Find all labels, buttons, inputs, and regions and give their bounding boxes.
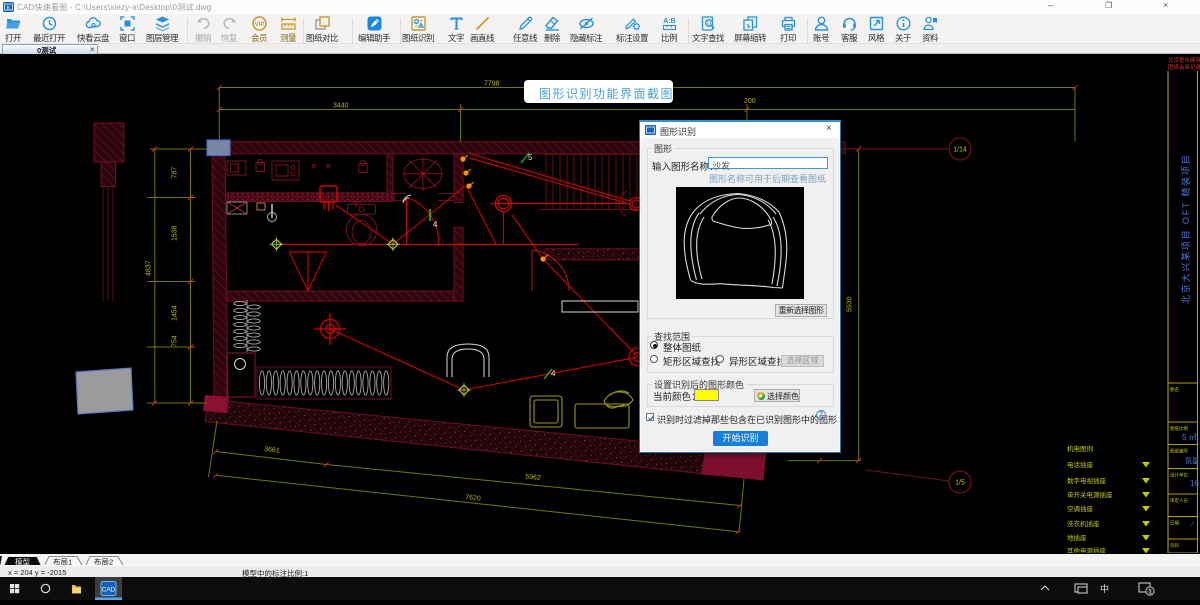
svg-text:1538: 1538 bbox=[172, 225, 179, 241]
svg-text:200: 200 bbox=[744, 98, 756, 105]
svg-text:4: 4 bbox=[551, 369, 556, 378]
svg-text:754: 754 bbox=[172, 335, 179, 347]
svg-text:页码: 页码 bbox=[1170, 542, 1179, 549]
svg-text:5 ㎡: 5 ㎡ bbox=[1182, 433, 1197, 442]
svg-text:5: 5 bbox=[528, 153, 533, 162]
svg-text:图纸编号: 图纸编号 bbox=[1170, 448, 1188, 455]
svg-text:单开关电源插座: 单开关电源插座 bbox=[1067, 490, 1113, 499]
svg-text:CAD: CAD bbox=[102, 587, 116, 594]
svg-text:图名: 图名 bbox=[1170, 386, 1179, 393]
svg-text:电话插座: 电话插座 bbox=[1067, 460, 1094, 469]
svg-text:4: 4 bbox=[433, 220, 438, 229]
svg-text:VIP: VIP bbox=[254, 22, 264, 28]
svg-text:地插座: 地插座 bbox=[1067, 533, 1087, 542]
svg-text:图纸会审记录表: 图纸会审记录表 bbox=[1168, 63, 1200, 71]
svg-text:1/14: 1/14 bbox=[953, 147, 967, 154]
svg-text:5930: 5930 bbox=[847, 296, 854, 312]
svg-text:其他电源插座: 其他电源插座 bbox=[1067, 546, 1107, 553]
svg-text:数字电视插座: 数字电视插座 bbox=[1067, 476, 1107, 485]
svg-text:4837: 4837 bbox=[146, 260, 153, 276]
svg-text:787: 787 bbox=[172, 167, 179, 179]
svg-text:1454: 1454 bbox=[172, 305, 179, 321]
svg-text:3440: 3440 bbox=[333, 103, 349, 110]
svg-text:3661: 3661 bbox=[264, 446, 280, 455]
svg-text:A:B: A:B bbox=[663, 18, 675, 25]
svg-text:设计单位: 设计单位 bbox=[1170, 472, 1188, 479]
svg-text:5962: 5962 bbox=[525, 474, 541, 482]
svg-text:图纸比例: 图纸比例 bbox=[1170, 425, 1188, 432]
svg-text:空调插座: 空调插座 bbox=[1067, 504, 1094, 513]
svg-text:机电图例: 机电图例 bbox=[1067, 444, 1093, 453]
svg-text:审定人员: 审定人员 bbox=[1170, 497, 1188, 504]
svg-text:日期: 日期 bbox=[1170, 521, 1179, 527]
svg-text:Q: Q bbox=[706, 21, 711, 27]
svg-text:16: 16 bbox=[1190, 479, 1199, 488]
svg-text:氛星: 氛星 bbox=[1185, 456, 1199, 465]
svg-text:北京第伟建筑: 北京第伟建筑 bbox=[1168, 56, 1200, 64]
svg-text:洗衣机插座: 洗衣机插座 bbox=[1067, 519, 1100, 528]
svg-text:1/5: 1/5 bbox=[955, 480, 965, 487]
svg-text:∕: ∕ bbox=[1190, 521, 1195, 528]
svg-text:1: 1 bbox=[1148, 589, 1152, 596]
svg-text:北京大兴某项目 OFT 精装项目: 北京大兴某项目 OFT 精装项目 bbox=[1180, 153, 1191, 304]
svg-text:7620: 7620 bbox=[465, 494, 481, 503]
svg-text:中: 中 bbox=[1100, 583, 1109, 594]
svg-text:7798: 7798 bbox=[484, 81, 500, 88]
